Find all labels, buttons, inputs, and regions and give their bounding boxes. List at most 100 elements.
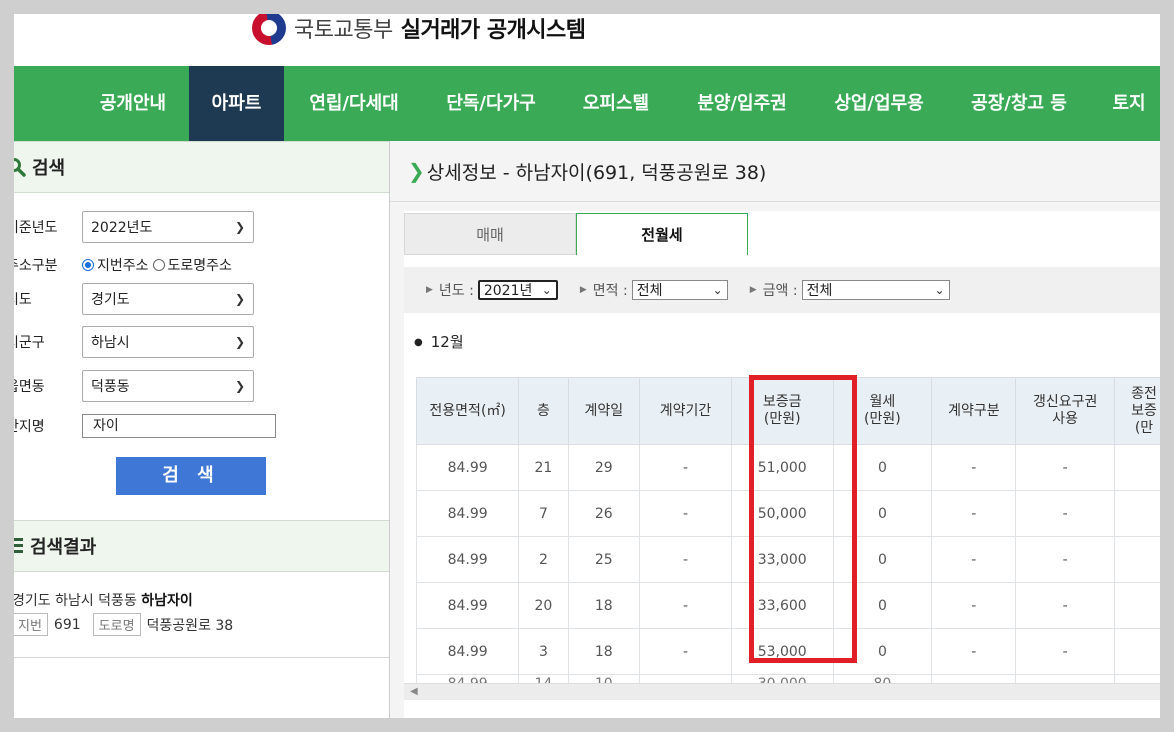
jibun-tag: 지번 — [12, 613, 48, 636]
tab-rent[interactable]: 전월세 — [576, 213, 748, 255]
dong-label: 읍면동 — [6, 379, 45, 395]
nav-item-apartment[interactable]: 아파트 — [189, 66, 284, 141]
year-select[interactable]: 2022년도 ❯ — [82, 211, 254, 243]
table-cell: - — [1015, 628, 1116, 675]
tab-sale[interactable]: 매매 — [404, 213, 576, 255]
main-nav: 공개안내 아파트 연립/다세대 단독/다가구 오피스텔 분양/입주권 상업/업무… — [0, 66, 1174, 141]
table-cell: 30,000 — [730, 674, 834, 683]
search-button[interactable]: 검 색 — [116, 457, 266, 495]
table-cell: 26 — [567, 490, 641, 537]
sigungu-select[interactable]: 하남시 ❯ — [82, 326, 254, 358]
table-cell: 10 — [567, 674, 641, 683]
divider — [0, 657, 389, 658]
road-tag: 도로명 — [92, 613, 141, 636]
address-type-label: 주소구분 — [6, 258, 58, 274]
year-filter-select[interactable]: 2021년 ⌄ — [477, 280, 558, 300]
month-heading: ● 12월 — [414, 331, 464, 352]
table-cell: 7 — [518, 490, 569, 537]
complex-name-input[interactable]: 자이 — [82, 414, 276, 438]
table-header-cell: 계약일 — [567, 377, 641, 445]
year-filter-label: 년도 : — [438, 283, 474, 299]
price-filter-value: 전체 — [806, 283, 833, 299]
scroll-left-icon[interactable]: ◀ — [410, 686, 418, 697]
radio-jibun[interactable]: 지번주소 — [82, 255, 149, 275]
horizontal-scrollbar[interactable]: ◀ — [404, 683, 1174, 700]
nav-item-presale[interactable]: 분양/입주권 — [680, 66, 804, 141]
nav-item-officetel[interactable]: 오피스텔 — [566, 66, 666, 141]
nav-item-guide[interactable]: 공개안내 — [82, 66, 184, 141]
radio-selected-icon — [82, 259, 94, 271]
results-title: 검색결과 — [30, 537, 97, 558]
sigungu-row: 시군구 하남시 ❯ — [6, 326, 254, 358]
result-address-prefix: 경기도 하남시 덕풍동 — [12, 593, 137, 609]
nav-item-land[interactable]: 토지 — [1098, 66, 1160, 141]
nav-item-multiplex[interactable]: 연립/다세대 — [290, 66, 418, 141]
table-cell: 29 — [567, 444, 641, 491]
table-cell: - — [931, 490, 1017, 537]
dong-select[interactable]: 덕풍동 ❯ — [82, 370, 254, 402]
dong-row: 읍면동 덕풍동 ❯ — [6, 370, 254, 402]
radio-road[interactable]: 도로명주소 — [152, 255, 232, 275]
table-header-cell: 층 — [518, 377, 569, 445]
table-cell: 2 — [518, 536, 569, 583]
table-cell: - — [1015, 490, 1116, 537]
detail-panel: ❯ 상세정보 - 하남자이(691, 덕풍공원로 38) 매매 전월세 ▶ 년도… — [390, 141, 1174, 732]
table-header-cell: 갱신요구권 사용 — [1015, 377, 1116, 445]
nav-item-factory[interactable]: 공장/창고 등 — [954, 66, 1084, 141]
table-cell: 84.99 — [416, 444, 520, 491]
table-cell: - — [639, 536, 732, 583]
chevron-down-icon: ❯ — [234, 379, 245, 393]
table-header-cell: 계약기간 — [639, 377, 732, 445]
radio-road-label: 도로명주소 — [167, 258, 232, 274]
table-cell: - — [639, 628, 732, 675]
chevron-down-icon: ⌄ — [541, 283, 552, 297]
month-label: 12월 — [430, 333, 464, 351]
table-cell — [1015, 674, 1116, 683]
table-cell: - — [1015, 444, 1116, 491]
table-cell: - — [1015, 582, 1116, 629]
year-select-value: 2022년도 — [91, 220, 153, 236]
search-title: 검색 — [32, 158, 66, 179]
area-filter-label: 면적 : — [592, 283, 628, 299]
complex-label: 단지명 — [6, 419, 45, 435]
table-cell: - — [639, 582, 732, 629]
table-cell: 20 — [518, 582, 569, 629]
table-cell: - — [639, 444, 732, 491]
table-cell — [931, 674, 1017, 683]
table-cell: - — [931, 628, 1017, 675]
chevron-right-icon: ❯ — [408, 159, 425, 183]
result-address[interactable]: 경기도 하남시 덕풍동 하남자이 — [12, 590, 193, 610]
detail-header: ❯ 상세정보 - 하남자이(691, 덕풍공원로 38) — [390, 141, 1174, 202]
price-filter-select[interactable]: 전체 ⌄ — [801, 280, 950, 300]
system-name: 실거래가 공개시스템 — [400, 18, 586, 43]
table-cell: 21 — [518, 444, 569, 491]
nav-item-detached[interactable]: 단독/다가구 — [428, 66, 554, 141]
site-logo[interactable]: 국토교통부 실거래가 공개시스템 — [252, 10, 586, 46]
sigungu-select-value: 하남시 — [91, 335, 130, 351]
filter-bar: ▶ 년도 : 2021년 ⌄ ▶ 면적 : 전체 ⌄ ▶ 금액: 전체 ⌄ — [404, 267, 1174, 313]
table-cell: 14 — [518, 674, 569, 683]
sido-select-value: 경기도 — [91, 292, 130, 308]
government-emblem-icon — [252, 11, 286, 45]
area-filter-value: 전체 — [636, 283, 663, 299]
triangle-right-icon: ▶ — [579, 285, 587, 295]
address-type-row: 주소구분 지번주소 도로명주소 — [6, 255, 236, 275]
detail-title: 상세정보 - 하남자이(691, 덕풍공원로 38) — [426, 161, 767, 184]
table-cell: 80 — [832, 674, 933, 683]
table-row: 84.991410 30,00080 — [416, 674, 1174, 683]
radio-jibun-label: 지번주소 — [97, 258, 149, 274]
price-filter: ▶ 금액 : 전체 ⌄ — [750, 280, 950, 300]
table-cell: 84.99 — [416, 582, 520, 629]
table-cell: 84.99 — [416, 536, 520, 583]
dong-select-value: 덕풍동 — [91, 379, 130, 395]
search-panel: 검색 기준년도 2022년도 ❯ 주소구분 지번주소 도로명주소 시도 경기도 — [0, 141, 390, 732]
area-filter-select[interactable]: 전체 ⌄ — [631, 280, 728, 300]
bullet-icon: ● — [414, 337, 423, 348]
nav-item-commercial[interactable]: 상업/업무용 — [818, 66, 940, 141]
app-window: 국토교통부 실거래가 공개시스템 공개안내 아파트 연립/다세대 단독/다가구 … — [0, 0, 1174, 732]
complex-row: 단지명 자이 — [6, 414, 276, 438]
road-value: 덕풍공원로 38 — [146, 617, 234, 634]
table-cell: 25 — [567, 536, 641, 583]
chevron-down-icon: ❯ — [234, 335, 245, 349]
sido-select[interactable]: 경기도 ❯ — [82, 283, 254, 315]
